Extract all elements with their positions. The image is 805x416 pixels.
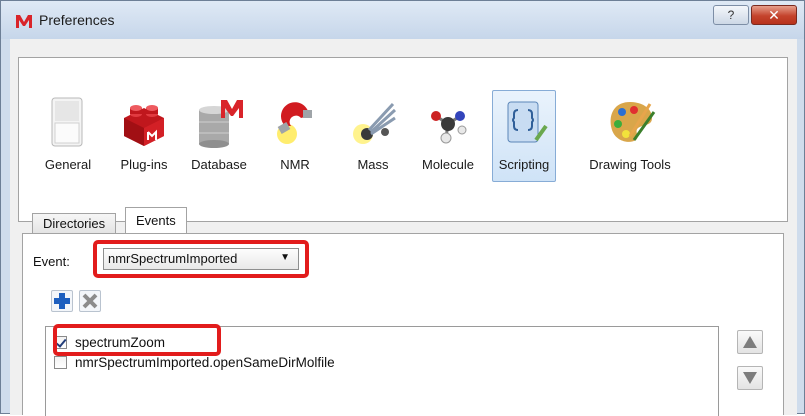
app-logo-icon	[16, 15, 32, 28]
events-panel: Event: nmrSpectrumImported ▼ spectrumZoo…	[22, 233, 784, 416]
remove-icon	[82, 293, 98, 309]
preferences-window: Preferences ? ✕ General Plug-ins Databas…	[0, 0, 805, 416]
help-button[interactable]: ?	[713, 5, 749, 25]
tool-label-drawing-tools: Drawing Tools	[589, 157, 671, 172]
category-toolbar: General Plug-ins Database NMR Mass Molec…	[18, 57, 788, 222]
tool-drawing-tools[interactable]: Drawing Tools	[575, 96, 685, 172]
title-bar[interactable]: Preferences ? ✕	[1, 1, 804, 39]
script-name: nmrSpectrumImported.openSameDirMolfile	[75, 355, 335, 370]
close-button[interactable]: ✕	[751, 5, 797, 25]
script-checkbox[interactable]	[54, 356, 67, 369]
window-title: Preferences	[39, 12, 115, 28]
lego-brick-icon	[124, 105, 164, 146]
tab-events[interactable]: Events	[125, 207, 187, 233]
switch-icon	[51, 97, 83, 147]
list-item[interactable]: nmrSpectrumImported.openSameDirMolfile	[54, 355, 335, 375]
tool-label-scripting: Scripting	[498, 157, 550, 172]
script-item-highlight	[53, 324, 221, 356]
add-script-button[interactable]	[51, 290, 73, 312]
event-dropdown-highlight	[93, 240, 309, 278]
palette-icon	[610, 102, 656, 142]
event-label: Event:	[33, 254, 70, 269]
database-icon	[199, 100, 243, 148]
magnet-icon	[277, 102, 312, 144]
tool-scripting[interactable]: Scripting	[479, 90, 569, 182]
plus-icon	[54, 293, 70, 309]
move-up-button[interactable]	[737, 330, 763, 354]
scroll-icon	[507, 101, 548, 143]
dialog-body: General Plug-ins Database NMR Mass Molec…	[10, 39, 797, 416]
tool-nmr[interactable]: NMR	[250, 96, 340, 172]
move-down-button[interactable]	[737, 366, 763, 390]
mass-spec-icon	[353, 102, 397, 144]
tab-directories[interactable]: Directories	[32, 213, 117, 233]
triangle-up-icon	[743, 336, 757, 348]
tool-label-nmr: NMR	[280, 157, 310, 172]
remove-script-button[interactable]	[79, 290, 101, 312]
molecule-icon	[431, 111, 467, 144]
triangle-down-icon	[743, 372, 757, 384]
